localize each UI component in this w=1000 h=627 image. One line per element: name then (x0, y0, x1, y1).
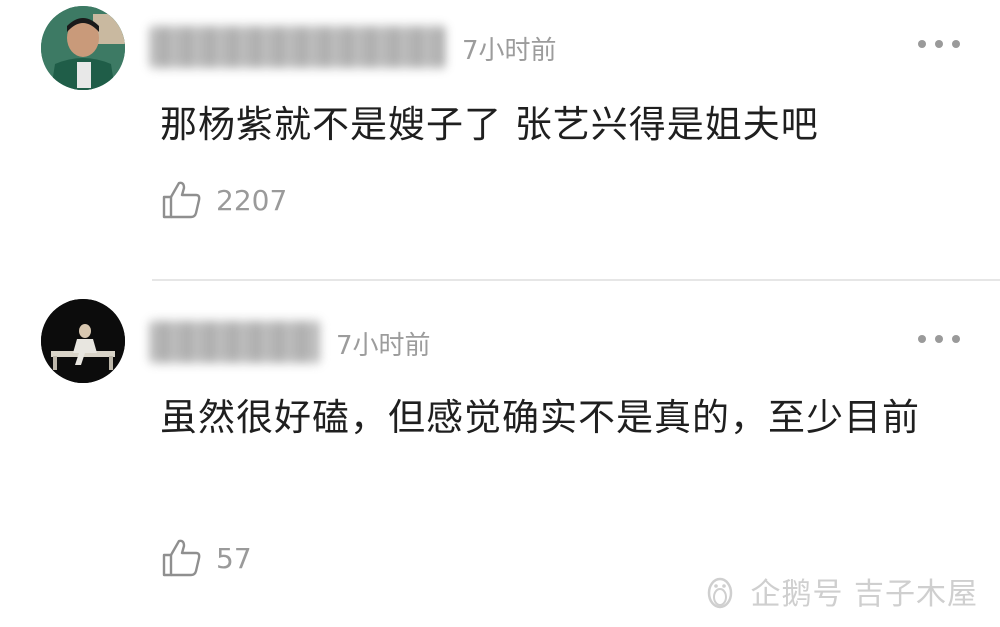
avatar-person-icon (41, 6, 125, 90)
thumbs-up-icon (162, 181, 201, 219)
thumbs-up-icon (162, 539, 201, 577)
username-blurred[interactable] (150, 321, 320, 363)
comment-time: 7小时前 (336, 331, 431, 361)
like-button[interactable]: 57 (160, 536, 252, 580)
like-button[interactable]: 2207 (160, 178, 287, 222)
comment-text: 那杨紫就不是嫂子了 张艺兴得是姐夫吧 (160, 103, 819, 146)
more-dots-icon[interactable] (918, 329, 960, 349)
like-count: 57 (216, 541, 252, 575)
avatar-person-icon (41, 299, 125, 383)
like-count: 2207 (216, 183, 288, 217)
watermark: 企鹅号 吉子木屋 (700, 569, 978, 613)
comment-text: 虽然很好磕，但感觉确实不是真的，至少目前 (160, 396, 920, 439)
comment-item: 7小时前 那杨紫就不是嫂子了 张艺兴得是姐夫吧 2207 (0, 0, 1000, 280)
penguin-logo-icon (708, 577, 733, 609)
more-dots-icon[interactable] (918, 34, 960, 54)
watermark-text: 企鹅号 吉子木屋 (750, 577, 978, 612)
username-blurred[interactable] (150, 26, 445, 68)
user-avatar[interactable] (41, 299, 125, 383)
comment-time: 7小时前 (462, 36, 557, 66)
user-avatar[interactable] (41, 6, 125, 90)
